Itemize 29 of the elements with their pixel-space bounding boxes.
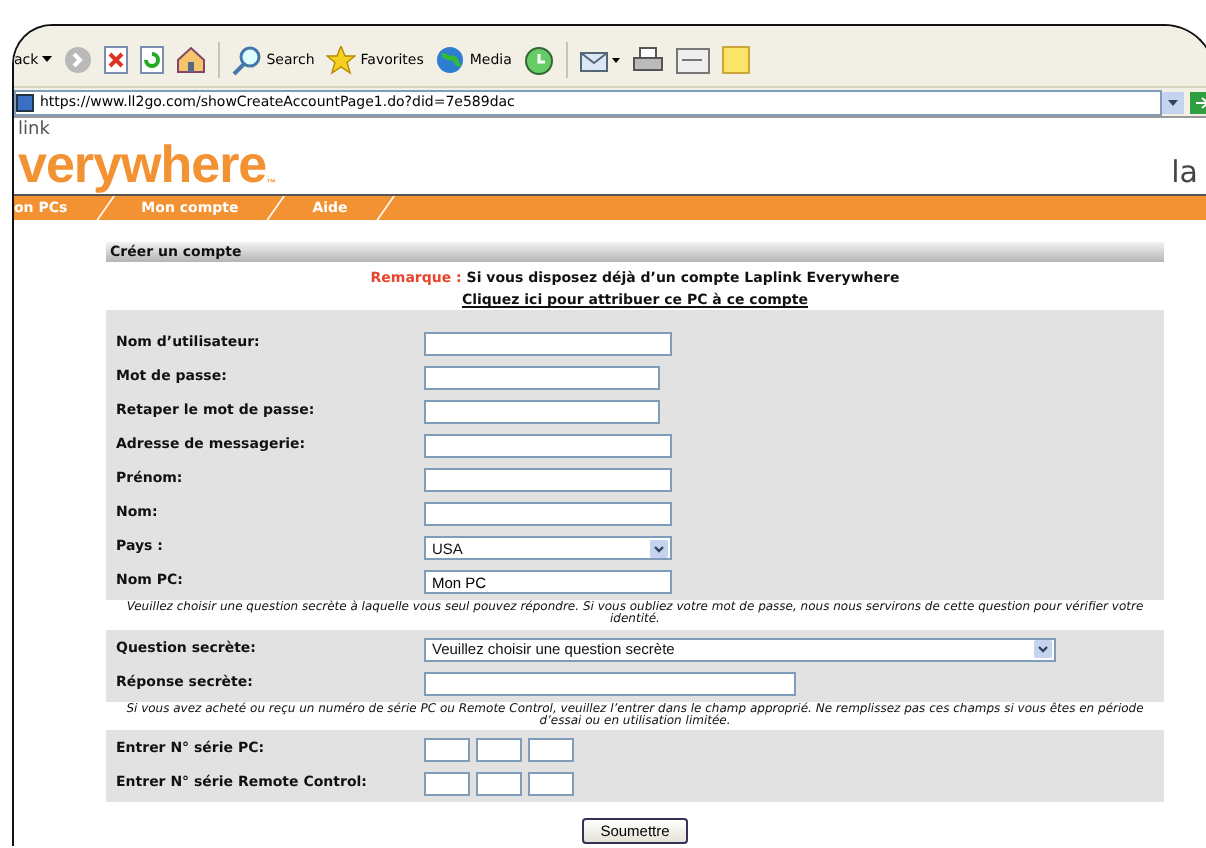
serial-input[interactable] <box>476 772 522 797</box>
input-field[interactable] <box>424 671 796 696</box>
input-field[interactable] <box>424 468 672 492</box>
serial-input[interactable] <box>424 772 470 797</box>
home-icon[interactable] <box>176 46 207 74</box>
input-field[interactable] <box>424 332 672 356</box>
stop-icon[interactable] <box>104 46 129 74</box>
logo-small-text: link <box>18 120 52 141</box>
star-icon <box>326 45 357 75</box>
caret-icon <box>650 539 668 557</box>
serial-input[interactable] <box>528 772 574 797</box>
logo-text: verywhere <box>18 140 267 190</box>
caret-icon <box>1034 640 1052 659</box>
serial-input[interactable] <box>476 738 522 763</box>
serial-input[interactable] <box>528 738 574 763</box>
caret-icon[interactable] <box>42 56 53 64</box>
search-icon <box>232 45 263 75</box>
history-icon[interactable] <box>523 45 554 75</box>
input-field[interactable] <box>424 502 672 526</box>
mail-icon[interactable] <box>579 46 620 74</box>
brand-text: la <box>1171 154 1198 190</box>
globe-icon <box>435 45 466 75</box>
input-field[interactable] <box>424 400 660 424</box>
serial-input[interactable] <box>424 738 470 763</box>
input-field[interactable] <box>424 434 672 458</box>
dropdown-caret-icon[interactable] <box>1162 91 1184 113</box>
input-field[interactable] <box>424 366 660 390</box>
refresh-icon[interactable] <box>140 46 165 74</box>
printer-icon[interactable] <box>631 46 664 74</box>
